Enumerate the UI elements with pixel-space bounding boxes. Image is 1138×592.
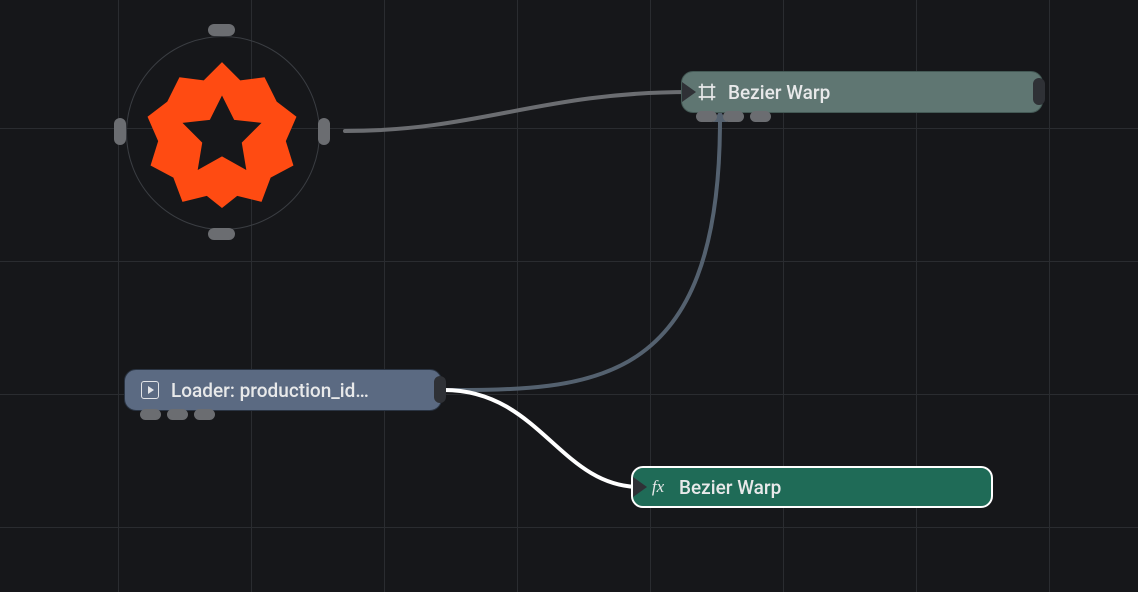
shape-handle-bottom[interactable] [208,228,235,240]
node-graph-canvas[interactable]: Bezier Warp Loader: production_id… fx Be… [0,0,1138,592]
node-bezier-warp-2[interactable]: fx Bezier Warp [631,466,993,508]
shape-handle-right[interactable] [318,118,330,145]
loader-bottom-port-3[interactable] [194,409,215,420]
fx-icon: fx [645,477,671,497]
bezier1-bottom-port-1[interactable] [696,111,717,122]
node-bezier-warp-1[interactable]: Bezier Warp [681,71,1043,113]
frame-icon [694,82,720,102]
bezier2-input-port[interactable] [633,477,647,497]
shape-node[interactable] [146,56,298,208]
node-label: Bezier Warp [679,476,991,499]
loader-bottom-port-2[interactable] [167,409,188,420]
shape-handle-left[interactable] [114,118,126,145]
bezier1-output-port[interactable] [1033,78,1045,105]
loader-output-port[interactable] [434,376,446,403]
bezier1-bottom-port-3[interactable] [750,111,771,122]
shape-handle-top[interactable] [208,24,235,36]
node-loader[interactable]: Loader: production_id… [124,369,442,411]
play-outline-icon [137,381,163,399]
node-label: Loader: production_id… [171,379,441,402]
star-gear-icon [146,56,298,208]
node-label: Bezier Warp [728,81,1042,104]
bezier1-bottom-port-2[interactable] [723,111,744,122]
loader-bottom-port-1[interactable] [140,409,161,420]
bezier1-input-port[interactable] [682,82,696,102]
